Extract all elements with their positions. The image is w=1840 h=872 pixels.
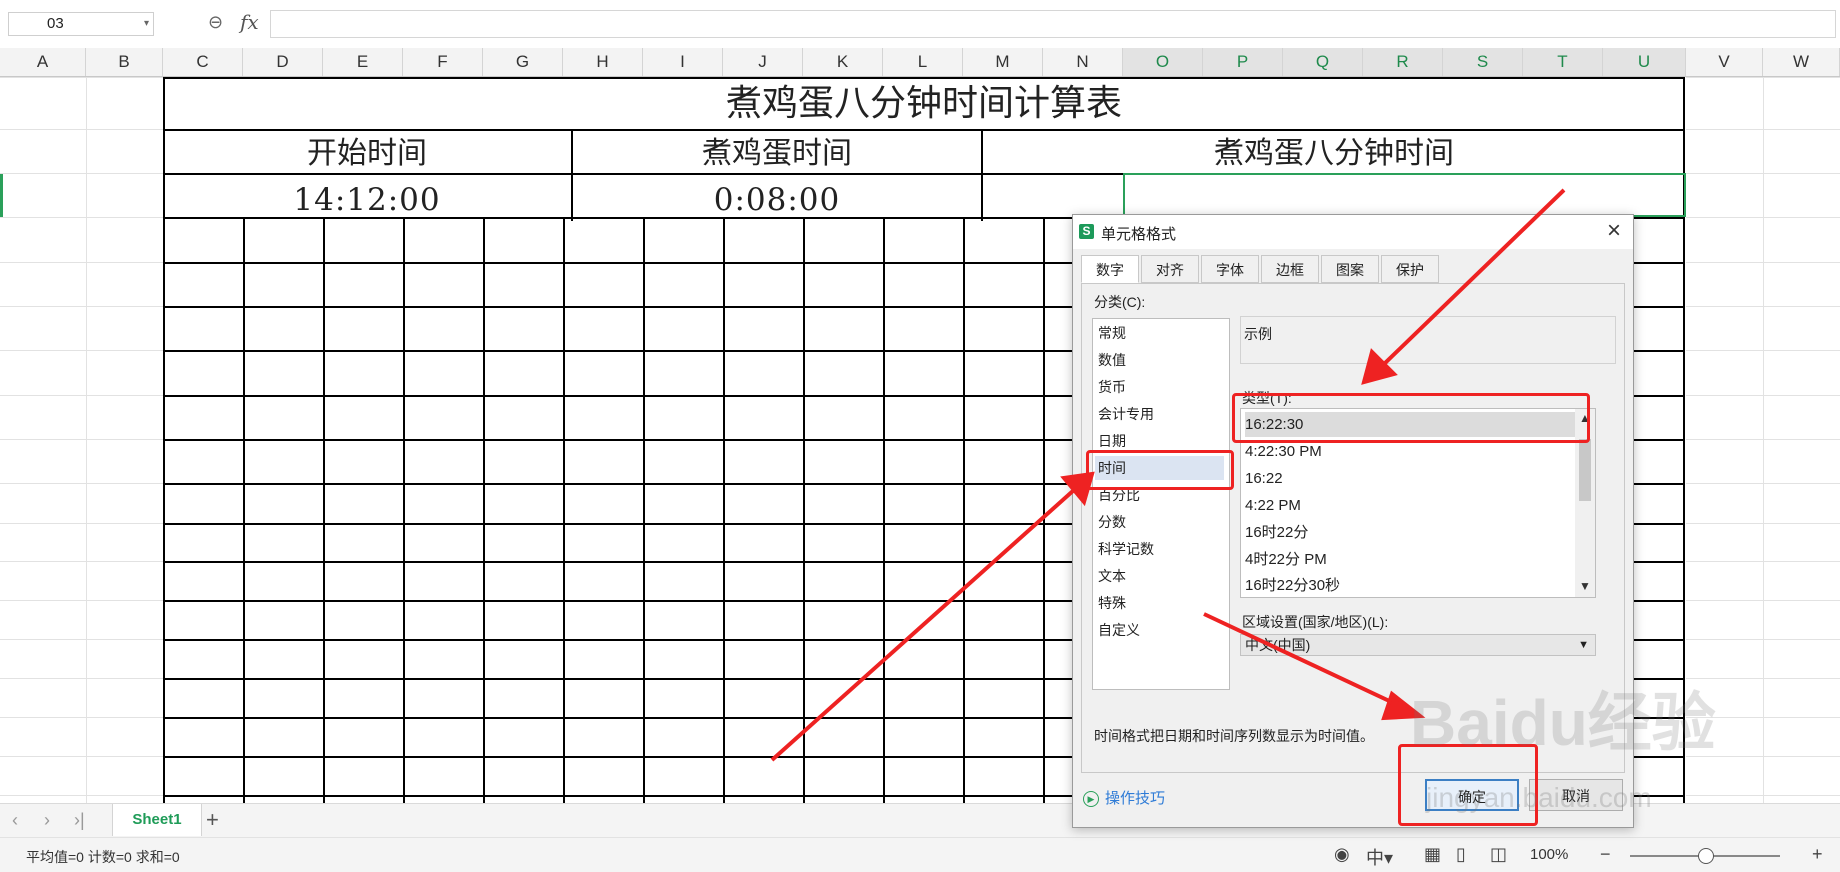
arrow-line	[770, 488, 1076, 762]
arrow-line	[1380, 188, 1566, 368]
watermark-url: jingyan.baidu.com	[1426, 782, 1652, 813]
baidu-watermark-logo: Baidu经验	[1410, 687, 1716, 759]
arrow-line	[1203, 612, 1401, 708]
